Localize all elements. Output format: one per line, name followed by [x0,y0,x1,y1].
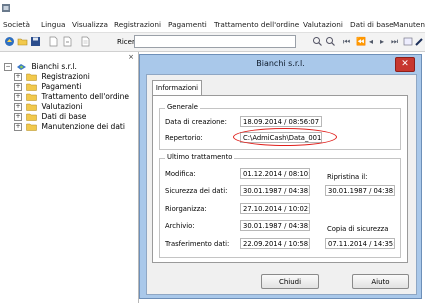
creation-date-label: Data di creazione: [165,118,227,126]
archive-field[interactable]: 30.01.1987 / 04:38:08 [240,220,310,231]
dialog-title: Bianchi s.r.l. [256,59,305,68]
data-security-label: Sicurezza dei dati: [165,187,228,195]
menu-societa[interactable]: Società [3,20,30,29]
expand-icon[interactable]: + [14,102,22,111]
print-preview-icon[interactable] [403,36,414,47]
creation-date-field[interactable]: 18.09.2014 / 08:56:07 [240,116,322,127]
search-input[interactable] [134,35,296,48]
expand-icon[interactable]: + [14,122,22,131]
tree-root-company[interactable]: − Bianchi s.r.l. [4,62,77,71]
new-document-icon[interactable] [48,36,59,47]
menu-pagamenti[interactable]: Pagamenti [168,20,207,29]
restore-label: Ripristina il: [327,173,368,181]
restore-field[interactable]: 30.01.1987 / 04:38:08 [325,185,395,196]
menu-bar: Società Lingua Visualizza Registrazioni … [0,17,425,33]
menu-lingua[interactable]: Lingua [41,20,65,29]
repository-label: Repertorio: [165,134,203,142]
collapse-icon[interactable]: − [4,62,12,71]
tree-item-label: Valutazioni [41,102,83,111]
tools-icon[interactable] [414,36,425,47]
tree-root-label: Bianchi s.r.l. [31,62,77,71]
folder-icon [26,73,37,81]
tab-informazioni[interactable]: Informazioni [152,80,202,96]
tree-item-dati-di-base[interactable]: + Dati di base [14,112,86,121]
help-button[interactable]: Aiuto [352,274,409,289]
forward-document-icon[interactable] [62,36,73,47]
last-processing-group-title: Ultimo trattamento [165,153,235,161]
pane-close-button[interactable]: × [128,53,134,61]
highlight-annotation [233,128,337,146]
menu-manutenzione[interactable]: Manuten [393,20,425,29]
menu-registrazioni[interactable]: Registrazioni [114,20,161,29]
bookmark-icon[interactable] [4,36,15,47]
app-icon [2,4,10,12]
tree-item-trattamento-ordine[interactable]: + Trattamento dell'ordine [14,92,129,101]
zoom-out-icon[interactable] [325,36,336,47]
menu-trattamento-ordine[interactable]: Trattamento dell'ordine [214,20,299,29]
reorganize-label: Riorganizza: [165,205,207,213]
next-record-icon[interactable]: ▸ [380,37,384,46]
tree-item-label: Registrazioni [41,72,90,81]
general-group: Generale Data di creazione: 18.09.2014 /… [159,103,401,150]
folder-icon [26,93,37,101]
backup-label: Copia di sicurezza [327,225,389,233]
tree-item-label: Dati di base [41,112,87,121]
folder-icon [26,113,37,121]
toolbar: Ricerca: ⏮ ⏪ ◂ ▸ ⏭ [0,33,425,52]
tree-item-label: Manutenzione dei dati [41,122,125,131]
menu-dati-di-base[interactable]: Dati di base [350,20,394,29]
expand-icon[interactable]: + [14,92,22,101]
expand-icon[interactable]: + [14,82,22,91]
data-transfer-field[interactable]: 22.09.2014 / 10:58:25 [240,238,310,249]
expand-icon[interactable]: + [14,72,22,81]
tree-item-manutenzione-dati[interactable]: + Manutenzione dei dati [14,122,125,131]
menu-visualizza[interactable]: Visualizza [72,20,108,29]
tree-item-registrazioni[interactable]: + Registrazioni [14,72,90,81]
tree-item-label: Trattamento dell'ordine [41,92,130,101]
last-record-icon[interactable]: ⏭ [391,37,398,47]
general-group-title: Generale [165,103,200,111]
modified-field[interactable]: 01.12.2014 / 08:10:42 [240,168,310,179]
folder-icon [26,123,37,131]
save-icon[interactable] [30,36,41,47]
tab-panel: Generale Data di creazione: 18.09.2014 /… [152,95,408,263]
document-icon[interactable] [80,36,91,47]
close-button[interactable]: Chiudi [261,274,319,289]
previous-record-icon[interactable]: ◂ [369,37,373,46]
company-info-dialog: Bianchi s.r.l. ✕ Informazioni Generale D… [139,54,422,299]
data-transfer-label: Trasferimento dati: [165,240,230,248]
folder-icon [26,103,37,111]
folder-icon [26,83,37,91]
company-icon [17,63,27,70]
open-folder-icon[interactable] [17,36,28,47]
data-security-field[interactable]: 30.01.1987 / 04:38:08 [240,185,310,196]
archive-label: Archivio: [165,222,195,230]
previous-page-icon[interactable]: ⏪ [356,37,366,46]
window-title-bar [0,0,425,17]
menu-valutazioni[interactable]: Valutazioni [303,20,343,29]
reorganize-field[interactable]: 27.10.2014 / 10:02:41 [240,203,310,214]
tree-item-label: Pagamenti [41,82,82,91]
backup-field[interactable]: 07.11.2014 / 14:35:09 [325,238,395,249]
first-record-icon[interactable]: ⏮ [343,37,350,47]
tree-item-valutazioni[interactable]: + Valutazioni [14,102,82,111]
tree-item-pagamenti[interactable]: + Pagamenti [14,82,81,91]
zoom-in-icon[interactable] [312,36,323,47]
modified-label: Modifica: [165,170,196,178]
last-processing-group: Ultimo trattamento Modifica: 01.12.2014 … [159,153,401,258]
expand-icon[interactable]: + [14,112,22,121]
dialog-close-button[interactable]: ✕ [395,57,415,72]
dialog-body: Informazioni Generale Data di creazione:… [146,74,417,295]
navigation-pane: × − Bianchi s.r.l. + Registrazioni + Pag… [0,52,139,303]
